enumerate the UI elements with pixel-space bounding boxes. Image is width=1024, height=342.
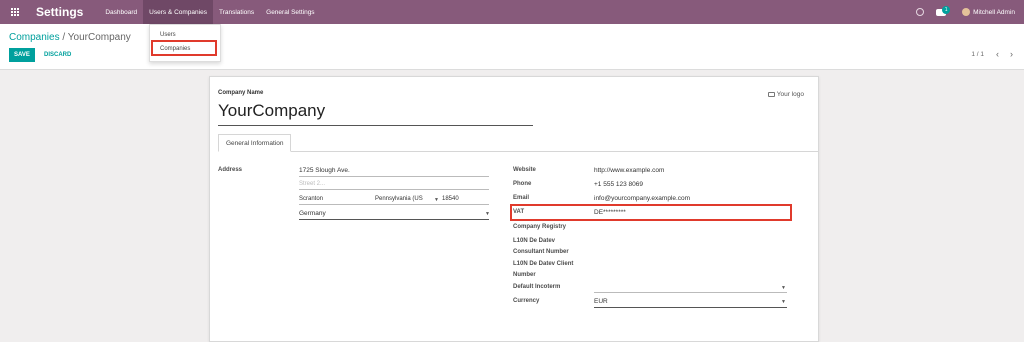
- activity-clock-icon[interactable]: [916, 8, 925, 16]
- datev-consultant-label-line1: L10N De Datev: [513, 238, 556, 244]
- camera-icon: [767, 92, 775, 97]
- menu-users-companies[interactable]: Users & Companies: [143, 0, 213, 24]
- company-logo-upload[interactable]: Your logo: [767, 91, 804, 98]
- pager-value[interactable]: 1 / 1: [971, 51, 984, 58]
- phone-label: Phone: [513, 181, 532, 187]
- dropdown-item-users[interactable]: Users: [160, 32, 176, 38]
- company-registry-label: Company Registry: [513, 224, 567, 230]
- email-label: Email: [513, 195, 530, 201]
- menu-general-settings[interactable]: General Settings: [260, 0, 320, 24]
- avatar[interactable]: [962, 8, 971, 16]
- zip-input[interactable]: 18540: [442, 196, 459, 202]
- chat-icon[interactable]: 1: [936, 5, 951, 16]
- company-name-label: Company Name: [218, 90, 264, 96]
- menu-translations[interactable]: Translations: [213, 0, 260, 24]
- pager-previous-icon[interactable]: ‹: [996, 49, 999, 59]
- country-underline: [299, 219, 489, 220]
- country-select[interactable]: Germany: [299, 210, 326, 217]
- country-dropdown-icon[interactable]: ▼: [485, 211, 490, 217]
- website-input[interactable]: http://www.example.com: [594, 167, 664, 174]
- company-name-input[interactable]: YourCompany: [218, 101, 325, 121]
- currency-dropdown-icon[interactable]: ▼: [781, 299, 786, 305]
- user-menu[interactable]: Mitchell Admin: [973, 9, 1015, 16]
- state-dropdown-icon[interactable]: ▼: [434, 197, 439, 203]
- website-label: Website: [513, 167, 536, 173]
- save-button[interactable]: SAVE: [9, 48, 35, 62]
- address-label: Address: [218, 167, 243, 173]
- datev-client-label-line2: Number: [513, 272, 536, 278]
- state-select[interactable]: Pennsylvania (US: [375, 196, 423, 202]
- form-sheet: Company Name YourCompany Your logo Gener…: [209, 76, 819, 342]
- tabs-divider: [218, 151, 818, 152]
- vat-highlight-box: [510, 204, 792, 221]
- chat-count-badge: 1: [942, 5, 951, 14]
- datev-consultant-label-line2: Consultant Number: [513, 249, 569, 255]
- currency-label: Currency: [513, 298, 540, 304]
- incoterm-dropdown-icon[interactable]: ▼: [781, 285, 786, 291]
- menu-dashboard[interactable]: Dashboard: [99, 0, 143, 24]
- app-title: Settings: [36, 5, 84, 19]
- city-input[interactable]: Scranton: [299, 196, 323, 202]
- breadcrumb-separator: /: [62, 32, 66, 43]
- discard-button[interactable]: DISCARD: [42, 48, 73, 62]
- street-input[interactable]: 1725 Slough Ave.: [299, 167, 350, 174]
- breadcrumb-current: YourCompany: [67, 32, 131, 43]
- street2-underline: [299, 189, 489, 190]
- breadcrumb: Companies / YourCompany: [9, 32, 131, 43]
- breadcrumb-companies[interactable]: Companies: [9, 32, 60, 43]
- incoterm-underline: [594, 292, 787, 293]
- city-row-underline: [299, 204, 489, 205]
- company-name-underline: [218, 125, 533, 126]
- email-input[interactable]: info@yourcompany.example.com: [594, 195, 690, 202]
- phone-input[interactable]: +1 555 123 8069: [594, 181, 643, 188]
- companies-highlight-box: [151, 40, 217, 56]
- currency-select[interactable]: EUR: [594, 298, 608, 305]
- datev-client-label-line1: L10N De Datev Client: [513, 261, 574, 267]
- incoterm-label: Default Incoterm: [513, 284, 561, 290]
- users-companies-dropdown: Users Companies: [149, 24, 221, 62]
- apps-menu-icon[interactable]: [2, 0, 28, 24]
- top-navbar: Settings Dashboard Users & Companies Tra…: [0, 0, 1024, 24]
- street-underline: [299, 176, 489, 177]
- tab-general-information[interactable]: General Information: [218, 134, 292, 152]
- logo-label: Your logo: [776, 91, 804, 98]
- pager-next-icon[interactable]: ›: [1010, 49, 1013, 59]
- street2-input[interactable]: Street 2...: [299, 181, 325, 187]
- currency-underline: [594, 307, 787, 308]
